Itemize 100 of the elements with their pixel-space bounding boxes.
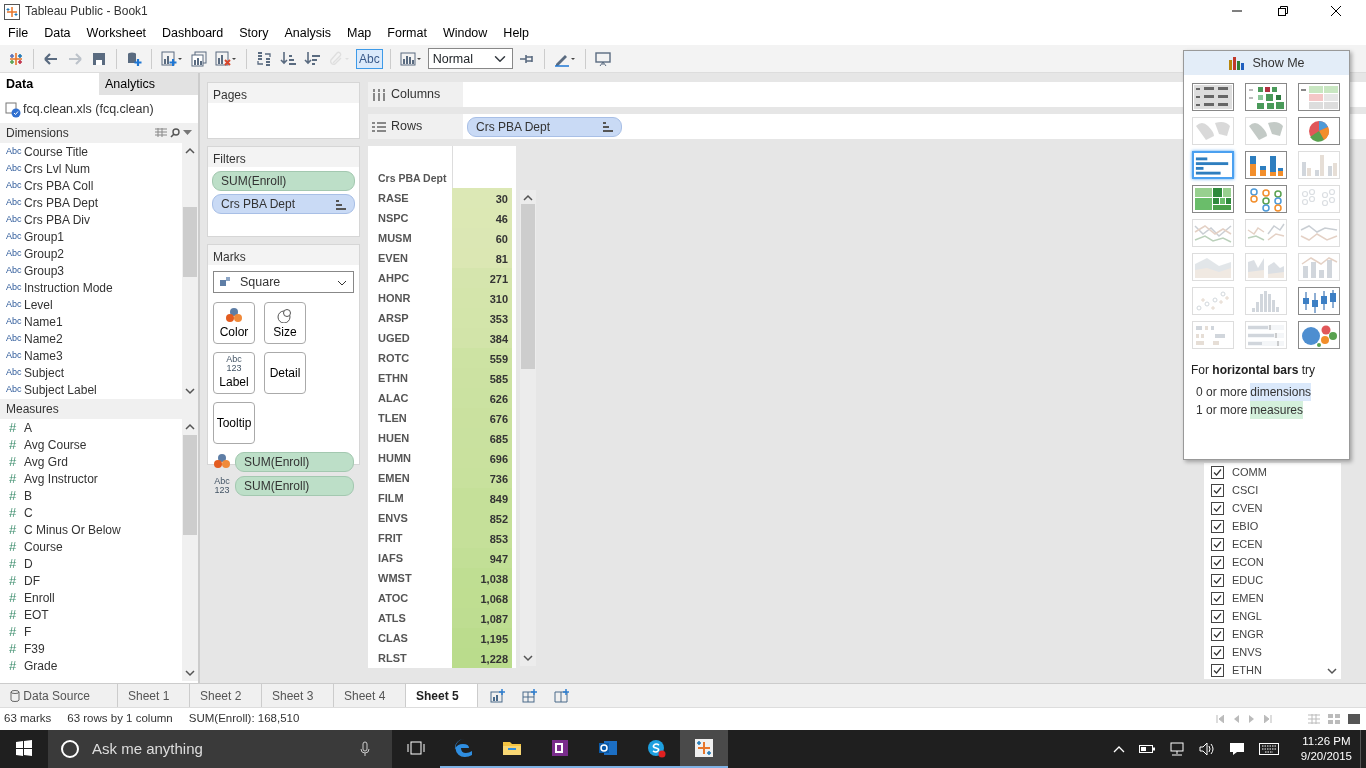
field-item[interactable]: # Avg Instructor	[0, 470, 182, 487]
search-box[interactable]: Ask me anything	[48, 730, 392, 768]
pie-chart-button[interactable]	[1298, 117, 1340, 145]
volume-icon[interactable]	[1198, 742, 1215, 756]
field-pill[interactable]: SUM(Enroll)	[212, 171, 355, 191]
field-item[interactable]: Abc Name3	[0, 347, 182, 364]
scroll-thumb[interactable]	[183, 435, 197, 535]
database-add-icon[interactable]	[126, 50, 142, 67]
menu-item[interactable]: Map	[338, 24, 380, 43]
marks-size-button[interactable]: Size	[264, 302, 306, 344]
tableau-logo-icon[interactable]	[8, 50, 24, 67]
circle-icon[interactable]	[60, 739, 80, 759]
fit-dropdown[interactable]: Normal	[427, 48, 513, 69]
scroll-down-icon[interactable]	[183, 667, 197, 679]
show-hidden-icons-icon[interactable]	[1112, 745, 1125, 753]
chart-app-taskbar-button[interactable]	[680, 730, 728, 768]
menu-item[interactable]: Format	[379, 24, 435, 43]
checkbox[interactable]	[1211, 520, 1224, 534]
stacked-bar-chart-button[interactable]	[1245, 151, 1287, 179]
field-pill[interactable]: SUM(Enroll)	[235, 452, 354, 472]
highlight-table-chart-button[interactable]	[1298, 83, 1340, 111]
field-item[interactable]: # Avg Grd	[0, 453, 182, 470]
scroll-thumb[interactable]	[521, 204, 535, 369]
notification-icon[interactable]	[1228, 742, 1245, 756]
text-table-chart-button[interactable]	[1192, 83, 1234, 111]
field-item[interactable]: Abc Group2	[0, 245, 182, 262]
field-item[interactable]: # C	[0, 504, 182, 521]
task-view-icon[interactable]	[407, 741, 425, 755]
field-pill[interactable]: SUM(Enroll)	[235, 476, 354, 496]
checkbox[interactable]	[1211, 502, 1224, 516]
save-icon[interactable]	[91, 50, 107, 67]
field-item[interactable]: # F39	[0, 640, 182, 657]
checkbox[interactable]	[1211, 574, 1224, 588]
clear-chart-icon[interactable]	[215, 50, 237, 67]
keyboard-icon[interactable]	[1258, 743, 1279, 755]
back-arrow-icon[interactable]	[43, 50, 59, 67]
field-item[interactable]: Abc Subject	[0, 364, 182, 381]
checkbox[interactable]	[1211, 592, 1224, 606]
checkbox[interactable]	[1211, 556, 1224, 570]
menu-item[interactable]: Story	[231, 24, 277, 43]
field-item[interactable]: Abc Crs PBA Coll	[0, 177, 182, 194]
field-item[interactable]: Abc Instruction Mode	[0, 279, 182, 296]
swap-icon[interactable]	[256, 50, 272, 67]
field-item[interactable]: # Avg Course	[0, 436, 182, 453]
checkbox[interactable]	[1211, 538, 1224, 552]
caret-icon[interactable]	[337, 279, 347, 286]
field-item[interactable]: # Grade	[0, 657, 182, 674]
field-item[interactable]: # Enroll	[0, 589, 182, 606]
scroll-down-icon[interactable]	[1325, 665, 1337, 675]
scroll-down-icon[interactable]	[521, 652, 535, 664]
checkbox[interactable]	[1211, 610, 1224, 624]
checkbox[interactable]	[1211, 484, 1224, 498]
presentation-icon[interactable]	[594, 50, 611, 67]
field-item[interactable]: # A	[0, 419, 182, 436]
scroll-thumb[interactable]	[183, 207, 197, 277]
field-item[interactable]: # DF	[0, 572, 182, 589]
mark-type-dropdown[interactable]: Square	[213, 271, 354, 293]
field-item[interactable]: # F	[0, 623, 182, 640]
field-item[interactable]: Abc Subject Label	[0, 381, 182, 398]
battery-icon[interactable]	[1138, 744, 1155, 754]
checkbox[interactable]	[1211, 664, 1224, 678]
bubbles-chart-button[interactable]	[1298, 321, 1340, 349]
field-item[interactable]: Abc Name2	[0, 330, 182, 347]
new-dashboard-icon[interactable]	[522, 688, 538, 703]
windows-start-icon[interactable]	[16, 740, 32, 756]
new-worksheet-icon[interactable]	[490, 688, 506, 703]
sheet-tab[interactable]: Sheet 5	[406, 684, 478, 707]
hbar-chart-button[interactable]	[1192, 151, 1234, 179]
close-icon[interactable]	[1331, 6, 1341, 16]
marks-color-button[interactable]: Color	[213, 302, 255, 344]
restore-icon[interactable]	[1278, 6, 1288, 16]
field-item[interactable]: Abc Name1	[0, 313, 182, 330]
field-item[interactable]: # Course	[0, 538, 182, 555]
new-story-icon[interactable]	[554, 688, 570, 703]
menu-item[interactable]: Help	[495, 24, 538, 43]
field-item[interactable]: Abc Level	[0, 296, 182, 313]
show-labels-button[interactable]: Abc	[356, 48, 383, 69]
circles-chart-button[interactable]	[1245, 185, 1287, 213]
field-item[interactable]: # D	[0, 555, 182, 572]
scroll-down-icon[interactable]	[183, 385, 197, 397]
search-field[interactable]: Ask me anything	[90, 736, 350, 762]
box-plot-chart-button[interactable]	[1298, 287, 1340, 315]
field-item[interactable]: # B	[0, 487, 182, 504]
search-icon[interactable]	[170, 128, 180, 138]
checkbox[interactable]	[1211, 628, 1224, 642]
menu-item[interactable]: Dashboard	[154, 24, 232, 43]
field-item[interactable]: Abc Crs PBA Dept	[0, 194, 182, 211]
menu-item[interactable]: Analysis	[276, 24, 339, 43]
field-item[interactable]: # EOT	[0, 606, 182, 623]
field-item[interactable]: Abc Crs PBA Div	[0, 211, 182, 228]
field-item[interactable]: Abc Crs Lvl Num	[0, 160, 182, 177]
menu-item[interactable]: File	[0, 24, 37, 43]
heat-map-chart-button[interactable]	[1245, 83, 1287, 111]
menu-item[interactable]: Data	[36, 24, 79, 43]
bar-chart-icon[interactable]	[399, 50, 422, 67]
new-chart-icon[interactable]	[161, 50, 183, 67]
field-item[interactable]: Abc Group3	[0, 262, 182, 279]
tile-view-icon[interactable]	[1328, 714, 1340, 724]
field-item[interactable]: Abc Group1	[0, 228, 182, 245]
menu-item[interactable]: Worksheet	[78, 24, 155, 43]
